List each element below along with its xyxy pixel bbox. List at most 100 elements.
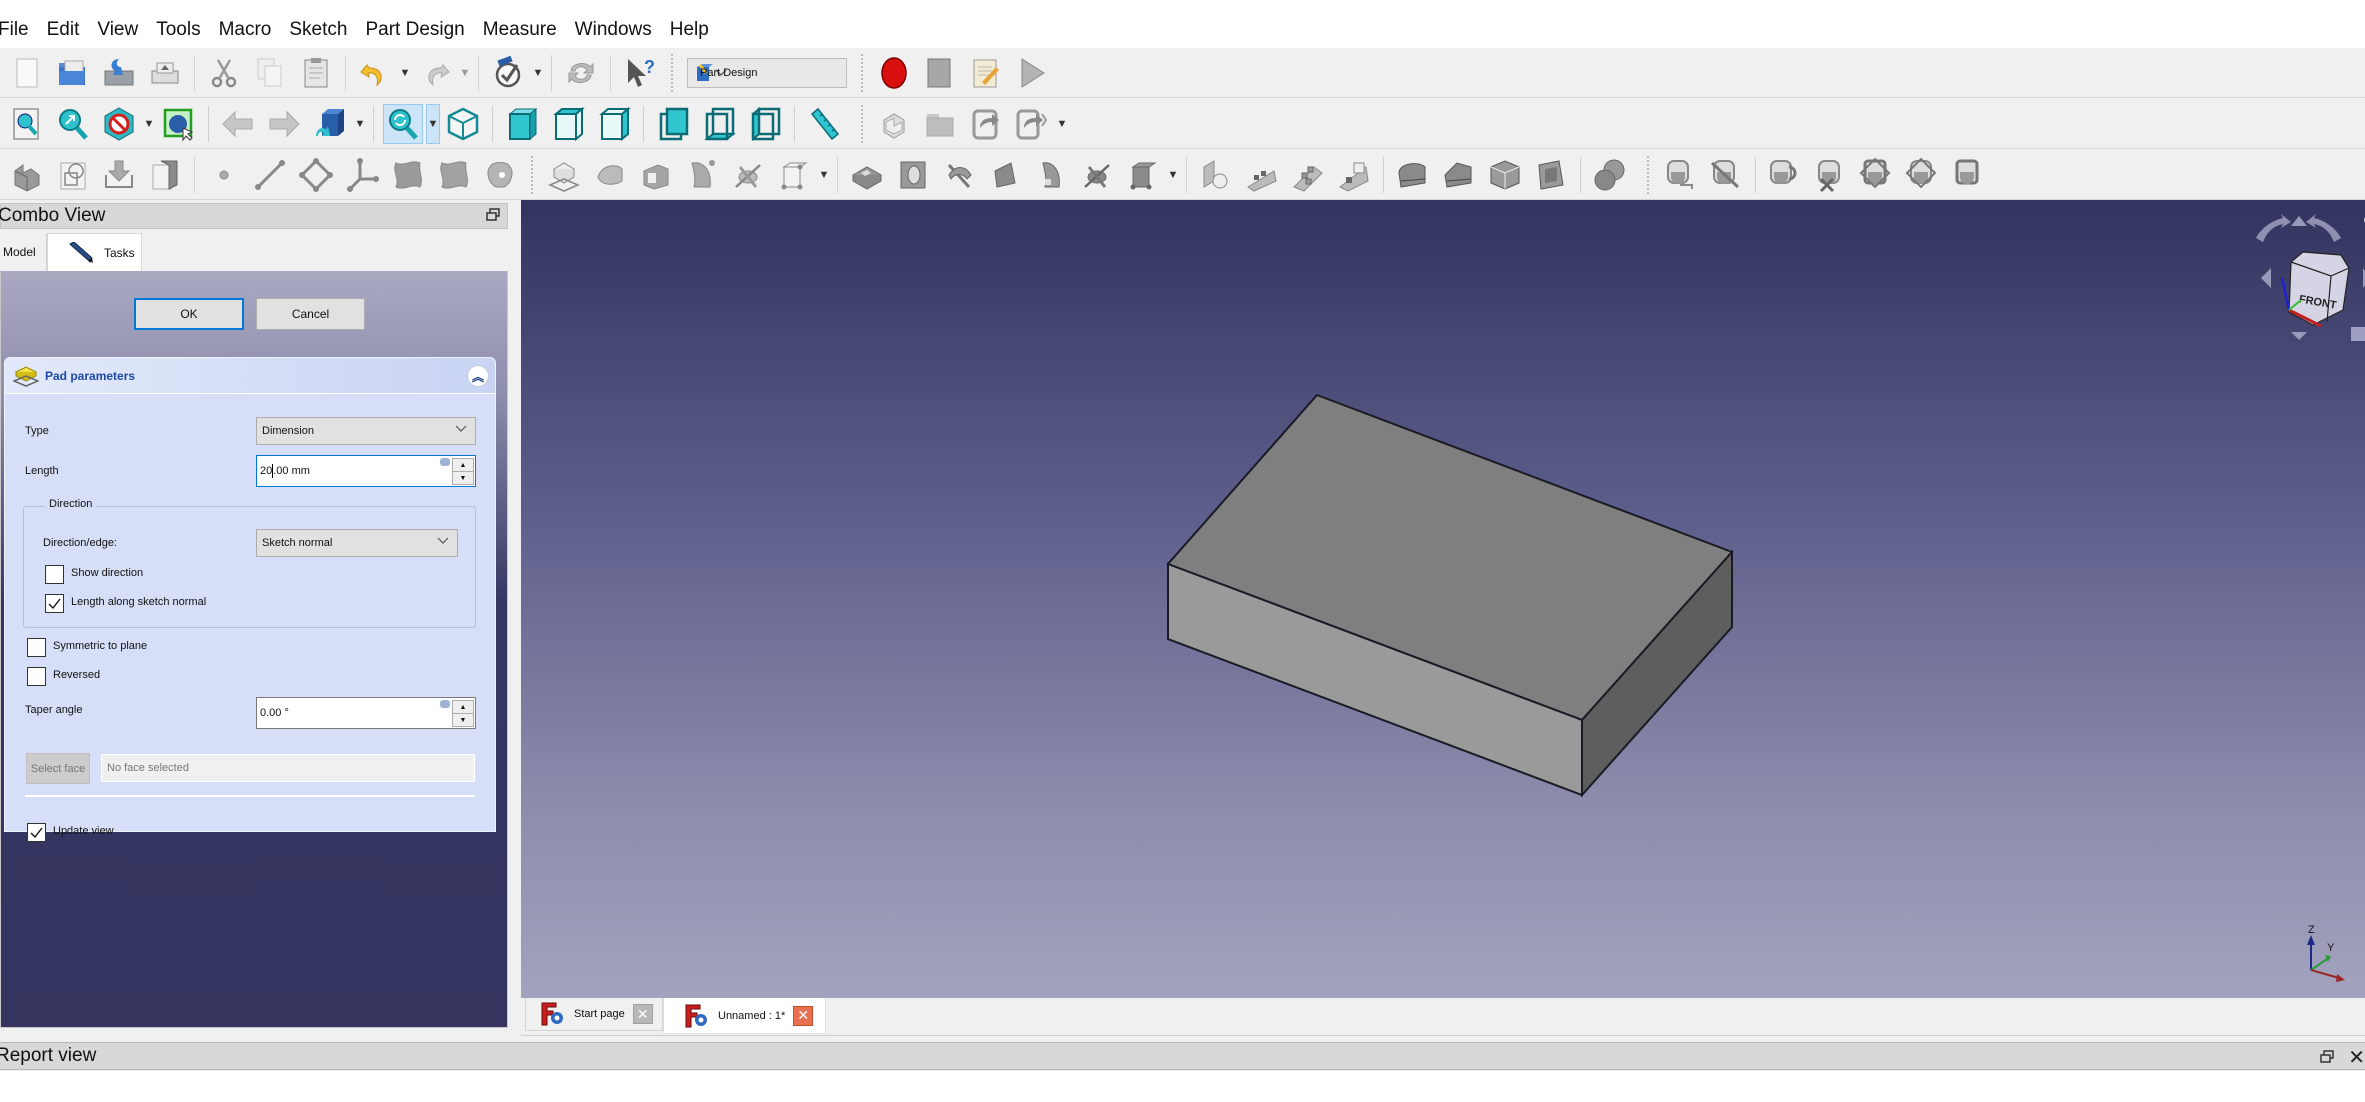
bottom-view-icon[interactable] [699,104,739,144]
sub-shape-binder-icon[interactable] [434,155,474,195]
link-actions-icon[interactable] [1012,104,1052,144]
cut-icon[interactable] [204,53,244,93]
subtractive-dropdown-icon[interactable]: ▼ [1166,155,1180,195]
shape-binder-icon[interactable] [53,155,93,195]
left-view-icon[interactable] [745,104,785,144]
create-body-icon[interactable] [874,104,914,144]
clone-sheep-icon[interactable] [480,155,520,195]
close-icon[interactable]: ✕ [2348,1045,2365,1070]
record-macro-icon[interactable] [874,53,914,93]
new-sketch-icon[interactable] [544,155,584,195]
show-direction-checkbox[interactable] [45,565,64,584]
taper-stepper[interactable]: ▲ ▼ [452,700,474,727]
length-stepper[interactable]: ▲ ▼ [452,458,474,485]
local-cs-icon[interactable] [342,155,382,195]
rear-view-icon[interactable] [653,104,693,144]
subtractive-primitive-icon[interactable] [1077,155,1117,195]
close-tab-icon[interactable]: ✕ [632,1004,653,1024]
length-input[interactable]: 20.00 mm ▲ ▼ [256,455,476,487]
subtractive-helix-icon[interactable] [1031,155,1071,195]
copy-icon[interactable] [250,53,290,93]
bounding-box-icon[interactable] [159,104,199,144]
spin-up-icon[interactable]: ▲ [453,701,473,714]
toolbar-grip[interactable] [861,53,865,92]
redo-dropdown-icon[interactable]: ▼ [458,53,472,93]
select-face-button[interactable]: Select face [26,753,90,784]
primitive-icon[interactable] [774,155,814,195]
draw-style-icon[interactable] [99,104,139,144]
workbench-selector[interactable]: Part Design [687,57,847,88]
sync-icon[interactable] [561,53,601,93]
direction-edge-dropdown[interactable]: Sketch normal [256,529,458,557]
navigation-cube[interactable]: FRONT [2221,200,2365,360]
fillet-icon[interactable] [1393,155,1433,195]
toolbar-grip[interactable] [1647,155,1651,194]
refresh-recompute-icon[interactable] [488,53,528,93]
menu-sketch[interactable]: Sketch [289,19,361,41]
reversed-checkbox[interactable] [27,667,46,686]
expression-icon[interactable] [440,458,450,466]
measure-toggle-3d-icon[interactable] [1903,155,1943,195]
polar-pattern-icon[interactable] [1288,155,1328,195]
menu-part-design[interactable]: Part Design [365,19,478,41]
taper-angle-input[interactable]: 0.00 ° ▲ ▼ [256,697,476,729]
revolution-icon[interactable] [682,155,722,195]
measure-toggle-delta-icon[interactable] [1949,155,1989,195]
subtractive-pipe-icon[interactable] [985,155,1025,195]
doc-tab-unnamed[interactable]: Unnamed : 1* ✕ [663,998,826,1034]
type-dropdown[interactable]: Dimension [256,417,476,445]
edit-macro-icon[interactable] [966,53,1006,93]
menu-file[interactable]: File [0,19,43,41]
3d-viewport[interactable]: FRONT Z Y [521,200,2365,999]
spin-down-icon[interactable]: ▼ [453,714,473,726]
boolean-icon[interactable] [1590,155,1630,195]
right-view-icon[interactable] [594,104,634,144]
run-macro-icon[interactable] [1012,53,1052,93]
plane-icon[interactable] [296,155,336,195]
measure-distance-icon[interactable] [804,104,844,144]
draw-style-dropdown-icon[interactable]: ▼ [142,104,156,144]
create-folder-icon[interactable] [920,104,960,144]
pad-parameters-header[interactable]: Pad parameters ︽ [5,358,495,394]
link-actions-dropdown-icon[interactable]: ▼ [1055,104,1069,144]
save-icon[interactable] [99,53,139,93]
tab-tasks[interactable]: Tasks [47,233,142,271]
import-shape-icon[interactable] [99,155,139,195]
forward-icon[interactable] [264,104,304,144]
thickness-icon[interactable] [1531,155,1571,195]
measure-linear-icon[interactable] [1660,155,1700,195]
menu-measure[interactable]: Measure [483,19,571,41]
body-icon[interactable] [7,155,47,195]
recompute-dropdown-icon[interactable]: ▼ [531,53,545,93]
loft-icon[interactable] [728,155,768,195]
menu-edit[interactable]: Edit [47,19,94,41]
expression-icon[interactable] [440,700,450,708]
measure-angular-icon[interactable] [1706,155,1746,195]
measure-refresh-icon[interactable] [1765,155,1805,195]
length-along-normal-checkbox[interactable] [45,594,64,613]
menu-view[interactable]: View [97,19,152,41]
groove-icon[interactable] [893,155,933,195]
shape-binder-sub-icon[interactable] [388,155,428,195]
close-tab-icon[interactable]: ✕ [793,1005,814,1026]
undock-icon[interactable] [485,207,501,223]
spin-up-icon[interactable]: ▲ [453,459,473,472]
multi-transform-icon[interactable] [1334,155,1374,195]
pad-icon[interactable] [590,155,630,195]
toolbar-grip[interactable] [531,155,535,194]
draft-icon[interactable] [1485,155,1525,195]
whats-this-icon[interactable]: ? [620,53,660,93]
menu-macro[interactable]: Macro [219,19,286,41]
redo-icon[interactable] [415,53,455,93]
ok-button[interactable]: OK [134,298,244,330]
stop-macro-icon[interactable] [920,53,960,93]
new-document-icon[interactable] [7,53,47,93]
undo-dropdown-icon[interactable]: ▼ [398,53,412,93]
undock-icon[interactable] [2319,1049,2335,1065]
subtractive-loft-icon[interactable] [939,155,979,195]
send-to-python-icon[interactable] [310,104,350,144]
doc-tab-start-page[interactable]: Start page ✕ [525,998,663,1031]
cancel-button[interactable]: Cancel [256,298,365,330]
fit-selection-icon[interactable] [53,104,93,144]
front-view-icon[interactable] [502,104,542,144]
